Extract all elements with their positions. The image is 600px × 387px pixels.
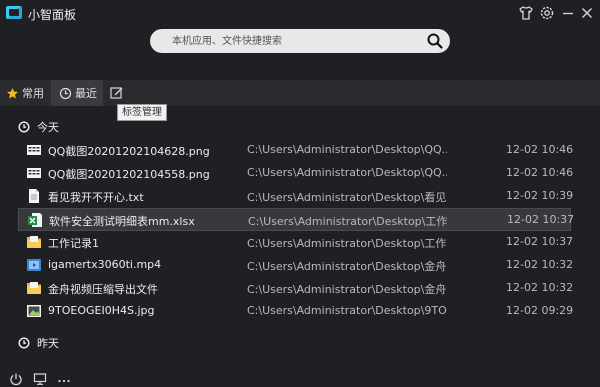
list-item[interactable]: 软件安全测试明细表mm.xlsx C:\Users\Administrator\… <box>18 208 575 231</box>
power-icon[interactable] <box>9 371 23 386</box>
file-time: 12-02 10:37 <box>507 213 575 226</box>
file-name: QQ截图20201202104628.png <box>48 145 210 158</box>
list-item[interactable]: 9TOEOGEI0H4S.jpg C:\Users\Administrator\… <box>18 300 574 323</box>
tab-recent-label: 最近 <box>75 87 97 100</box>
file-path: C:\Users\Administrator\Desktop\金舟... <box>247 260 447 273</box>
minimize-icon[interactable] <box>559 4 577 22</box>
list-item[interactable]: 看见我开不开心.txt C:\Users\Administrator\Deskt… <box>18 185 574 208</box>
app-logo-icon <box>6 6 22 19</box>
star-icon <box>6 87 19 100</box>
section-title: 昨天 <box>37 337 59 350</box>
bottom-bar <box>0 367 600 387</box>
clock-icon <box>59 87 72 100</box>
folder-icon <box>26 280 42 296</box>
close-icon[interactable] <box>578 4 596 22</box>
list-item[interactable]: igamertx3060ti.mp4 C:\Users\Administrato… <box>18 254 574 277</box>
file-path: C:\Users\Administrator\Desktop\QQ... <box>247 143 447 156</box>
file-time: 12-02 10:32 <box>506 281 574 294</box>
list-item[interactable]: QQ截图20201202104558.png C:\Users\Administ… <box>18 162 574 185</box>
file-path: C:\Users\Administrator\Desktop\QQ... <box>247 166 447 179</box>
tab-frequent[interactable]: 常用 <box>6 80 48 106</box>
list-item[interactable]: QQ截图20201202104628.png C:\Users\Administ… <box>18 139 574 162</box>
file-path: C:\Users\Administrator\Desktop\9TO... <box>247 304 447 317</box>
monitor-icon[interactable] <box>33 371 47 385</box>
file-time: 12-02 10:46 <box>506 166 574 179</box>
file-path: C:\Users\Administrator\Desktop\工作... <box>248 215 448 228</box>
file-path: C:\Users\Administrator\Desktop\金舟... <box>247 283 447 296</box>
file-time: 12-02 09:29 <box>506 304 574 317</box>
edit-tags-icon[interactable] <box>109 85 124 100</box>
file-name: 金舟视频压缩导出文件 <box>48 283 158 296</box>
file-name: 软件安全测试明细表mm.xlsx <box>49 215 195 228</box>
excel-file-icon <box>27 212 43 228</box>
more-icon[interactable] <box>57 371 71 385</box>
list-item[interactable]: 工作记录1 C:\Users\Administrator\Desktop\工作.… <box>18 231 574 254</box>
tooltip: 标签管理 <box>117 104 167 121</box>
folder-icon <box>26 234 42 250</box>
file-name: igamertx3060ti.mp4 <box>48 258 162 271</box>
tab-recent[interactable]: 最近 <box>51 80 103 106</box>
tab-frequent-label: 常用 <box>22 87 44 100</box>
clock-icon <box>18 121 30 133</box>
section-header-yesterday: 昨天 <box>18 334 59 352</box>
tab-bar: 常用 最近 <box>0 80 600 106</box>
section-header-today: 今天 <box>18 118 59 136</box>
search-box <box>150 29 450 53</box>
search-icon[interactable] <box>426 32 444 50</box>
file-time: 12-02 10:32 <box>506 258 574 271</box>
section-title: 今天 <box>37 121 59 134</box>
shirt-icon[interactable] <box>517 4 535 22</box>
file-name: 工作记录1 <box>48 237 99 250</box>
title-bar: 小智面板 <box>0 0 600 26</box>
image-file-icon <box>26 165 42 181</box>
video-file-icon <box>26 257 42 273</box>
file-name: 9TOEOGEI0H4S.jpg <box>48 304 155 317</box>
image-file-icon <box>26 303 42 319</box>
gear-icon[interactable] <box>538 4 556 22</box>
file-path: C:\Users\Administrator\Desktop\看见... <box>247 191 447 204</box>
scrollbar[interactable] <box>588 114 592 354</box>
list-item[interactable]: 金舟视频压缩导出文件 C:\Users\Administrator\Deskto… <box>18 277 574 300</box>
clock-icon <box>18 337 30 349</box>
image-file-icon <box>26 142 42 158</box>
file-time: 12-02 10:46 <box>506 143 574 156</box>
app-title: 小智面板 <box>28 8 77 22</box>
file-time: 12-02 10:39 <box>506 189 574 202</box>
file-time: 12-02 10:37 <box>506 235 574 248</box>
file-name: QQ截图20201202104558.png <box>48 168 210 181</box>
file-path: C:\Users\Administrator\Desktop\工作... <box>247 237 447 250</box>
file-name: 看见我开不开心.txt <box>48 191 144 204</box>
text-file-icon <box>26 188 42 204</box>
search-input[interactable] <box>172 29 422 53</box>
